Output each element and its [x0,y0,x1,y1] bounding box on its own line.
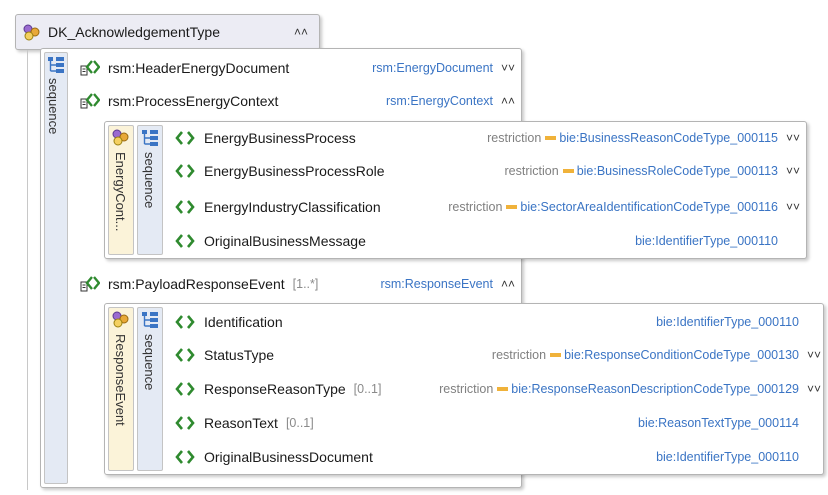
child-type[interactable]: bie:ReasonTextType_000114 [638,416,799,430]
restriction-icon [497,387,509,391]
simple-element-icon [175,162,195,180]
complex-type-icon [111,310,131,328]
simple-element-icon [175,313,195,331]
restriction-icon [545,136,557,140]
simple-element-icon [175,346,195,364]
process-child-row[interactable]: EnergyBusinessProcess [175,126,403,150]
payload-child-type-group: restriction bie:ResponseConditionCodeTyp… [423,343,821,367]
process-element-row[interactable]: rsm:ProcessEnergyContext rsm:EnergyConte… [79,89,515,113]
root-complex-type-header[interactable]: DK_AcknowledgementType ˄˄ [22,14,312,50]
child-type[interactable]: bie:IdentifierType_000110 [656,450,799,464]
complex-type-icon [22,23,42,41]
process-element-name: rsm:ProcessEnergyContext [108,93,279,109]
restriction-icon [506,205,518,209]
header-element-row[interactable]: rsm:HeaderEnergyDocument rsm:EnergyDocum… [79,56,515,80]
root-connector [27,50,28,490]
child-type[interactable]: bie:BusinessRoleCodeType_000113 [577,164,778,178]
child-name: Identification [204,314,283,330]
outer-sequence-label: sequence [46,78,61,135]
sequence-icon [140,128,160,147]
child-name: EnergyIndustryClassification [204,199,381,215]
payload-element-name: rsm:PayloadResponseEvent [108,276,285,292]
double-chevron-up-icon[interactable]: ˄˄ [501,94,515,108]
process-child-row[interactable]: EnergyIndustryClassification [175,195,403,219]
sequence-icon [140,310,160,329]
child-occurs: [0..1] [353,382,382,396]
child-type[interactable]: bie:BusinessReasonCodeType_000115 [559,131,778,145]
restriction-label: restriction [448,200,503,214]
payload-child-type-group: bie:IdentifierType_000110 [423,445,799,469]
process-child-type-group: restriction bie:BusinessReasonCodeType_0… [403,126,800,150]
process-element-type[interactable]: rsm:EnergyContext [386,94,493,108]
double-chevron-down-icon[interactable]: ˅˅ [786,164,800,178]
child-name: EnergyBusinessProcessRole [204,163,385,179]
payload-child-row[interactable]: ResponseReasonType [0..1] [175,377,423,401]
complex-type-icon [111,128,131,146]
complex-element-icon [79,92,101,110]
process-child-row[interactable]: EnergyBusinessProcessRole [175,159,403,183]
process-child-type-group: restriction bie:SectorAreaIdentification… [403,195,800,219]
payload-element-row[interactable]: rsm:PayloadResponseEvent [1..*] rsm:Resp… [79,272,515,296]
payload-child-row[interactable]: Identification [175,310,423,334]
double-chevron-down-icon[interactable]: ˅˅ [786,131,800,145]
process-complex-label: EnergyCont... [113,152,128,232]
double-chevron-up-icon[interactable]: ˄˄ [294,25,308,39]
restriction-icon [550,353,562,357]
double-chevron-up-icon[interactable]: ˄˄ [501,277,515,291]
simple-element-icon [175,448,195,466]
header-element-name: rsm:HeaderEnergyDocument [108,60,290,76]
child-occurs: [0..1] [285,416,314,430]
payload-element-type[interactable]: rsm:ResponseEvent [380,277,493,291]
process-sequence-label: sequence [142,152,157,209]
restriction-label: restriction [491,348,547,362]
payload-complex-label: ResponseEvent [113,334,128,426]
simple-element-icon [175,232,195,250]
payload-child-row[interactable]: StatusType [175,343,423,367]
restriction-icon [562,169,574,173]
child-type[interactable]: bie:ResponseConditionCodeType_000130 [564,348,799,362]
child-name: OriginalBusinessMessage [204,233,366,249]
child-name: ResponseReasonType [204,381,346,397]
child-type[interactable]: bie:SectorAreaIdentificationCodeType_000… [520,200,778,214]
process-child-type-group: bie:IdentifierType_000110 [403,229,778,253]
simple-element-icon [175,414,195,432]
header-element-type[interactable]: rsm:EnergyDocument [372,61,493,75]
child-type[interactable]: bie:IdentifierType_000110 [656,315,799,329]
restriction-label: restriction [439,382,494,396]
child-name: StatusType [204,347,275,363]
simple-element-icon [175,198,195,216]
root-title: DK_AcknowledgementType [48,24,220,40]
payload-sequence-label: sequence [142,334,157,391]
restriction-label: restriction [487,131,542,145]
child-name: OriginalBusinessDocument [204,449,373,465]
restriction-label: restriction [504,164,559,178]
payload-child-type-group: restriction bie:ResponseReasonDescriptio… [423,377,821,401]
double-chevron-down-icon[interactable]: ˅˅ [786,200,800,214]
payload-element-occurs: [1..*] [292,277,319,291]
double-chevron-down-icon[interactable]: ˅˅ [807,382,821,396]
child-type[interactable]: bie:IdentifierType_000110 [635,234,778,248]
child-name: ReasonText [204,415,278,431]
child-type[interactable]: bie:ResponseReasonDescriptionCodeType_00… [511,382,799,396]
payload-child-type-group: bie:IdentifierType_000110 [423,310,799,334]
child-name: EnergyBusinessProcess [204,130,356,146]
simple-element-icon [175,380,195,398]
process-child-type-group: restriction bie:BusinessRoleCodeType_000… [403,159,801,183]
sequence-icon [46,55,66,74]
payload-child-row[interactable]: ReasonText [0..1] [175,411,423,435]
payload-child-row[interactable]: OriginalBusinessDocument [175,445,423,469]
complex-element-icon [79,275,101,293]
simple-element-icon [175,129,195,147]
double-chevron-down-icon[interactable]: ˅˅ [807,348,821,362]
process-child-row[interactable]: OriginalBusinessMessage [175,229,403,253]
payload-child-type-group: bie:ReasonTextType_000114 [423,411,799,435]
double-chevron-down-icon[interactable]: ˅˅ [501,61,515,75]
complex-element-icon [79,59,101,77]
